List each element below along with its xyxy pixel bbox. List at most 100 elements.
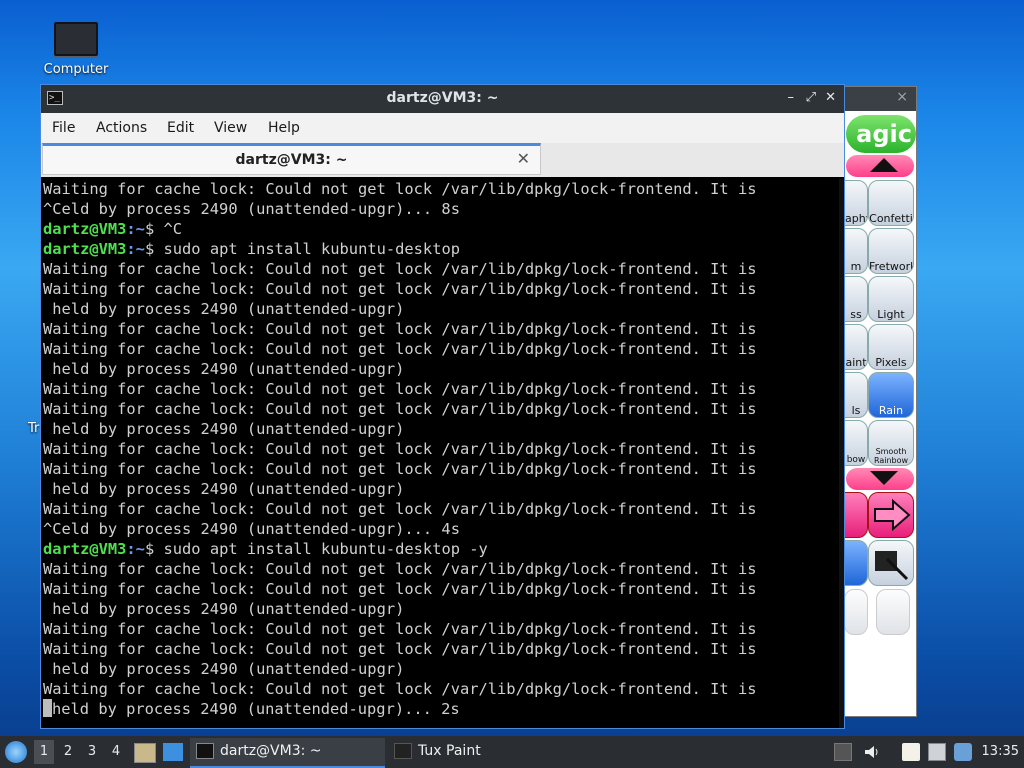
tool-label: Smooth Rainbow: [873, 447, 909, 465]
tuxpaint-window[interactable]: × agic aphy Confetti m Fretwork ss Light…: [843, 86, 917, 717]
workspace-3[interactable]: 3: [82, 744, 102, 759]
terminal-line: dartz@VM3:~$ ^C: [43, 219, 844, 239]
workspace-2[interactable]: 2: [58, 744, 78, 759]
tab-terminal[interactable]: dartz@VM3: ~ ✕: [42, 143, 541, 175]
text-cursor: [43, 699, 52, 717]
menu-view[interactable]: View: [214, 120, 247, 136]
tool-paint[interactable]: aint: [844, 324, 868, 370]
prompt-path: :~: [126, 220, 145, 238]
tool-label: bow: [846, 455, 866, 465]
magic-header: agic: [846, 115, 916, 153]
tool-label: Light: [877, 308, 905, 321]
tool-glass[interactable]: ss: [844, 276, 868, 322]
terminal-line: Waiting for cache lock: Could not get lo…: [43, 459, 844, 479]
scroll-up-button[interactable]: [846, 155, 914, 177]
menu-edit[interactable]: Edit: [167, 120, 194, 136]
terminal-line: held by process 2490 (unattended-upgr): [43, 419, 844, 439]
terminal-line: Waiting for cache lock: Could not get lo…: [43, 619, 844, 639]
tool-confetti[interactable]: Confetti: [868, 180, 914, 226]
tool-pixels[interactable]: Pixels: [868, 324, 914, 370]
output-text: held by process 2490 (unattended-upgr): [43, 420, 405, 438]
output-text: Waiting for cache lock: Could not get lo…: [43, 560, 757, 578]
output-text: Waiting for cache lock: Could not get lo…: [43, 460, 757, 478]
terminal-line: held by process 2490 (unattended-upgr): [43, 299, 844, 319]
terminal-window[interactable]: >_ dartz@VM3: ~ – ⤢ ✕ File Actions Edit …: [40, 84, 845, 729]
tool-label: Rain: [878, 404, 904, 417]
tool-rainbow[interactable]: bow: [844, 420, 868, 466]
tool-rain[interactable]: Rain: [868, 372, 914, 418]
terminal-line: Waiting for cache lock: Could not get lo…: [43, 399, 844, 419]
tool-label: Confetti: [869, 212, 913, 225]
blank-button[interactable]: [876, 589, 910, 635]
window-title: dartz@VM3: ~: [386, 90, 499, 106]
terminal-line: held by process 2490 (unattended-upgr): [43, 659, 844, 679]
tool-label: Pixels: [875, 356, 907, 369]
output-text: held by process 2490 (unattended-upgr): [43, 480, 405, 498]
show-desktop-icon[interactable]: [163, 743, 183, 761]
terminal-line: held by process 2490 (unattended-upgr): [43, 479, 844, 499]
workspace-1[interactable]: 1: [34, 740, 54, 764]
prompt-path: :~: [126, 240, 145, 258]
start-menu-button[interactable]: [5, 741, 27, 763]
scrollbar[interactable]: [839, 179, 844, 728]
task-terminal[interactable]: dartz@VM3: ~: [190, 738, 385, 768]
maximize-button[interactable]: ⤢: [806, 90, 816, 105]
tool-calligraphy[interactable]: aphy: [844, 180, 868, 226]
command-text: $ sudo apt install kubuntu-desktop -y: [144, 540, 488, 558]
terminal-line: Waiting for cache lock: Could not get lo…: [43, 639, 844, 659]
tool-fretwork[interactable]: Fretwork: [868, 228, 914, 274]
workspace-4[interactable]: 4: [106, 744, 126, 759]
terminal-line: Waiting for cache lock: Could not get lo…: [43, 339, 844, 359]
volume-icon[interactable]: [863, 743, 881, 761]
terminal-line: Waiting for cache lock: Could not get lo…: [43, 319, 844, 339]
output-text: Waiting for cache lock: Could not get lo…: [43, 580, 757, 598]
tray-icon[interactable]: [834, 743, 852, 761]
output-text: Waiting for cache lock: Could not get lo…: [43, 400, 757, 418]
scroll-down-button[interactable]: [846, 468, 914, 490]
tool-label: aint: [845, 356, 867, 369]
terminal-line: held by process 2490 (unattended-upgr): [43, 599, 844, 619]
blank-button[interactable]: [844, 589, 868, 635]
tool-emboss[interactable]: m: [844, 228, 868, 274]
tool-wand-left[interactable]: [844, 540, 868, 586]
desktop-icon-trash-label[interactable]: Tr: [28, 421, 39, 436]
menu-file[interactable]: File: [52, 120, 75, 136]
redo-button[interactable]: [868, 492, 914, 538]
output-text: held by process 2490 (unattended-upgr): [43, 660, 405, 678]
update-notifier-icon[interactable]: [954, 743, 972, 761]
minimize-button[interactable]: –: [788, 90, 795, 105]
terminal-line: Waiting for cache lock: Could not get lo…: [43, 499, 844, 519]
undo-button[interactable]: [844, 492, 868, 538]
tab-bar: dartz@VM3: ~ ✕: [41, 143, 844, 177]
network-icon[interactable]: [928, 743, 946, 761]
clipboard-icon[interactable]: [902, 743, 920, 761]
menu-actions[interactable]: Actions: [96, 120, 147, 136]
tab-close-icon[interactable]: ✕: [517, 149, 530, 168]
tool-magic-wand[interactable]: [868, 540, 914, 586]
prompt-user: dartz@VM3: [43, 240, 127, 258]
clock: 13:35: [981, 744, 1019, 759]
terminal-line: Waiting for cache lock: Could not get lo…: [43, 439, 844, 459]
terminal-line: Waiting for cache lock: Could not get lo…: [43, 379, 844, 399]
close-icon[interactable]: ×: [896, 89, 908, 105]
triangle-down-icon: [870, 471, 898, 485]
terminal-output[interactable]: Waiting for cache lock: Could not get lo…: [43, 179, 844, 728]
output-text: Waiting for cache lock: Could not get lo…: [43, 620, 757, 638]
close-button[interactable]: ✕: [825, 90, 836, 105]
output-text: ^Celd by process 2490 (unattended-upgr).…: [43, 520, 460, 538]
tool-pixels-left[interactable]: ls: [844, 372, 868, 418]
tuxpaint-titlebar[interactable]: ×: [844, 87, 916, 111]
terminal-line: Waiting for cache lock: Could not get lo…: [43, 559, 844, 579]
tool-smooth-rainbow[interactable]: Smooth Rainbow: [868, 420, 914, 466]
menu-help[interactable]: Help: [268, 120, 300, 136]
file-manager-icon[interactable]: [134, 743, 156, 763]
terminal-line: held by process 2490 (unattended-upgr): [43, 359, 844, 379]
desktop-icon-computer[interactable]: Computer: [40, 22, 112, 77]
task-tuxpaint[interactable]: Tux Paint: [388, 738, 588, 766]
terminal-icon: [196, 743, 214, 759]
output-text: held by process 2490 (unattended-upgr): [43, 300, 405, 318]
tool-light[interactable]: Light: [868, 276, 914, 322]
window-titlebar[interactable]: >_ dartz@VM3: ~ – ⤢ ✕: [41, 85, 844, 113]
output-text: Waiting for cache lock: Could not get lo…: [43, 320, 757, 338]
task-label: dartz@VM3: ~: [220, 743, 322, 759]
